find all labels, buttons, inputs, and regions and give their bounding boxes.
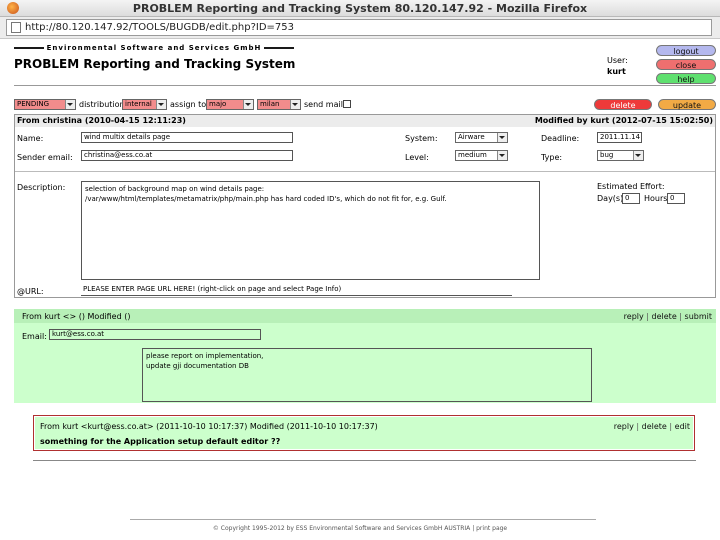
send-mail-label: send mail:: [304, 100, 346, 109]
days-label: Day(s): [597, 194, 624, 203]
description-textarea[interactable]: selection of background map on wind deta…: [81, 181, 540, 280]
submit-link[interactable]: submit: [685, 312, 712, 321]
level-select[interactable]: medium: [455, 150, 508, 161]
url-input[interactable]: PLEASE ENTER PAGE URL HERE! (right-click…: [81, 285, 512, 296]
comment-previous-head: From kurt <kurt@ess.co.at> (2011-10-10 1…: [40, 422, 378, 431]
chevron-down-icon: [158, 103, 164, 106]
footer-divider: [130, 519, 596, 520]
system-label: System:: [405, 134, 438, 143]
comment-new: From kurt <> () Modified () reply | dele…: [14, 309, 716, 403]
comment-previous-text: something for the Application setup defa…: [40, 437, 281, 446]
deadline-input[interactable]: 2011.11.14: [597, 132, 642, 143]
comment-new-links: reply | delete | submit: [623, 312, 712, 321]
comment-new-header: From kurt <> () Modified () reply | dele…: [14, 309, 716, 323]
comment-previous-links: reply | delete | edit: [613, 422, 690, 431]
print-page-link[interactable]: print page: [476, 525, 507, 532]
chevron-down-icon: [499, 154, 505, 157]
assign-to-label: assign to:: [170, 100, 209, 109]
close-button[interactable]: close: [656, 59, 716, 70]
assign-to-select[interactable]: majo: [206, 99, 254, 110]
comment-previous: From kurt <kurt@ess.co.at> (2011-10-10 1…: [33, 415, 695, 451]
banner-line-left: [14, 47, 44, 49]
name-input[interactable]: wind multix details page: [81, 132, 293, 143]
comment-previous-header: From kurt <kurt@ess.co.at> (2011-10-10 1…: [35, 417, 693, 434]
from-line: From christina (2010-04-15 12:11:23): [17, 116, 186, 125]
chevron-down-icon: [635, 154, 641, 157]
address-bar[interactable]: http://80.120.147.92/TOOLS/BUGDB/edit.ph…: [6, 19, 712, 36]
reply-link[interactable]: reply: [614, 422, 634, 431]
update-button[interactable]: update: [658, 99, 716, 110]
address-url: http://80.120.147.92/TOOLS/BUGDB/edit.ph…: [25, 22, 294, 33]
comment-divider: [33, 460, 696, 461]
distribution-label: distribution:: [79, 100, 128, 109]
footer: © Copyright 1995-2012 by ESS Environment…: [212, 525, 508, 532]
company-banner: Environmental Software and Services GmbH: [14, 44, 294, 52]
edit-link[interactable]: edit: [675, 422, 690, 431]
sender-email-label: Sender email:: [17, 153, 73, 162]
reply-link[interactable]: reply: [624, 312, 644, 321]
header-divider: [14, 85, 716, 86]
problem-form: From christina (2010-04-15 12:11:23) Mod…: [14, 114, 716, 298]
copyright-text: © Copyright 1995-2012 by ESS Environment…: [212, 525, 471, 532]
comment-email-input[interactable]: kurt@ess.co.at: [49, 329, 261, 340]
assign-to-select-2[interactable]: milan: [257, 99, 301, 110]
level-label: Level:: [405, 153, 429, 162]
type-select[interactable]: bug: [597, 150, 644, 161]
delete-link[interactable]: delete: [642, 422, 667, 431]
navigation-bar: http://80.120.147.92/TOOLS/BUGDB/edit.ph…: [0, 17, 720, 39]
chevron-down-icon: [67, 103, 73, 106]
name-label: Name:: [17, 134, 44, 143]
distribution-select[interactable]: internal: [122, 99, 167, 110]
form-header: From christina (2010-04-15 12:11:23) Mod…: [15, 115, 715, 127]
hours-input[interactable]: 0: [667, 193, 685, 204]
hours-label: Hours: [644, 194, 668, 203]
description-label: Description:: [17, 183, 66, 192]
window-titlebar: PROBLEM Reporting and Tracking System 80…: [0, 0, 720, 17]
delete-button[interactable]: delete: [594, 99, 652, 110]
banner-line-right: [264, 47, 294, 49]
comment-previous-body: something for the Application setup defa…: [35, 434, 693, 449]
window-title: PROBLEM Reporting and Tracking System 80…: [132, 1, 588, 15]
url-label: @URL:: [17, 287, 44, 296]
system-select[interactable]: Airware: [455, 132, 508, 143]
help-button[interactable]: help: [656, 73, 716, 84]
company-name: Environmental Software and Services GmbH: [46, 44, 262, 52]
effort-label: Estimated Effort:: [597, 182, 665, 191]
form-divider: [15, 171, 715, 172]
page-title: PROBLEM Reporting and Tracking System: [14, 57, 296, 71]
days-input[interactable]: 0: [622, 193, 640, 204]
type-label: Type:: [541, 153, 563, 162]
send-mail-checkbox[interactable]: [343, 100, 351, 108]
delete-link[interactable]: delete: [652, 312, 677, 321]
logout-button[interactable]: logout: [656, 45, 716, 56]
chevron-down-icon: [292, 103, 298, 106]
modified-line: Modified by kurt (2012-07-15 15:02:50): [534, 116, 713, 125]
page-icon: [11, 22, 21, 33]
chevron-down-icon: [245, 103, 251, 106]
status-select[interactable]: PENDING: [14, 99, 76, 110]
deadline-label: Deadline:: [541, 134, 580, 143]
sender-email-input[interactable]: christina@ess.co.at: [81, 150, 293, 161]
comment-email-label: Email:: [22, 332, 47, 341]
chevron-down-icon: [499, 136, 505, 139]
user-name: kurt: [607, 67, 626, 76]
comment-new-head: From kurt <> () Modified (): [22, 312, 131, 321]
user-label: User:: [607, 56, 628, 65]
comment-textarea[interactable]: please report on implementation, update …: [142, 348, 592, 402]
